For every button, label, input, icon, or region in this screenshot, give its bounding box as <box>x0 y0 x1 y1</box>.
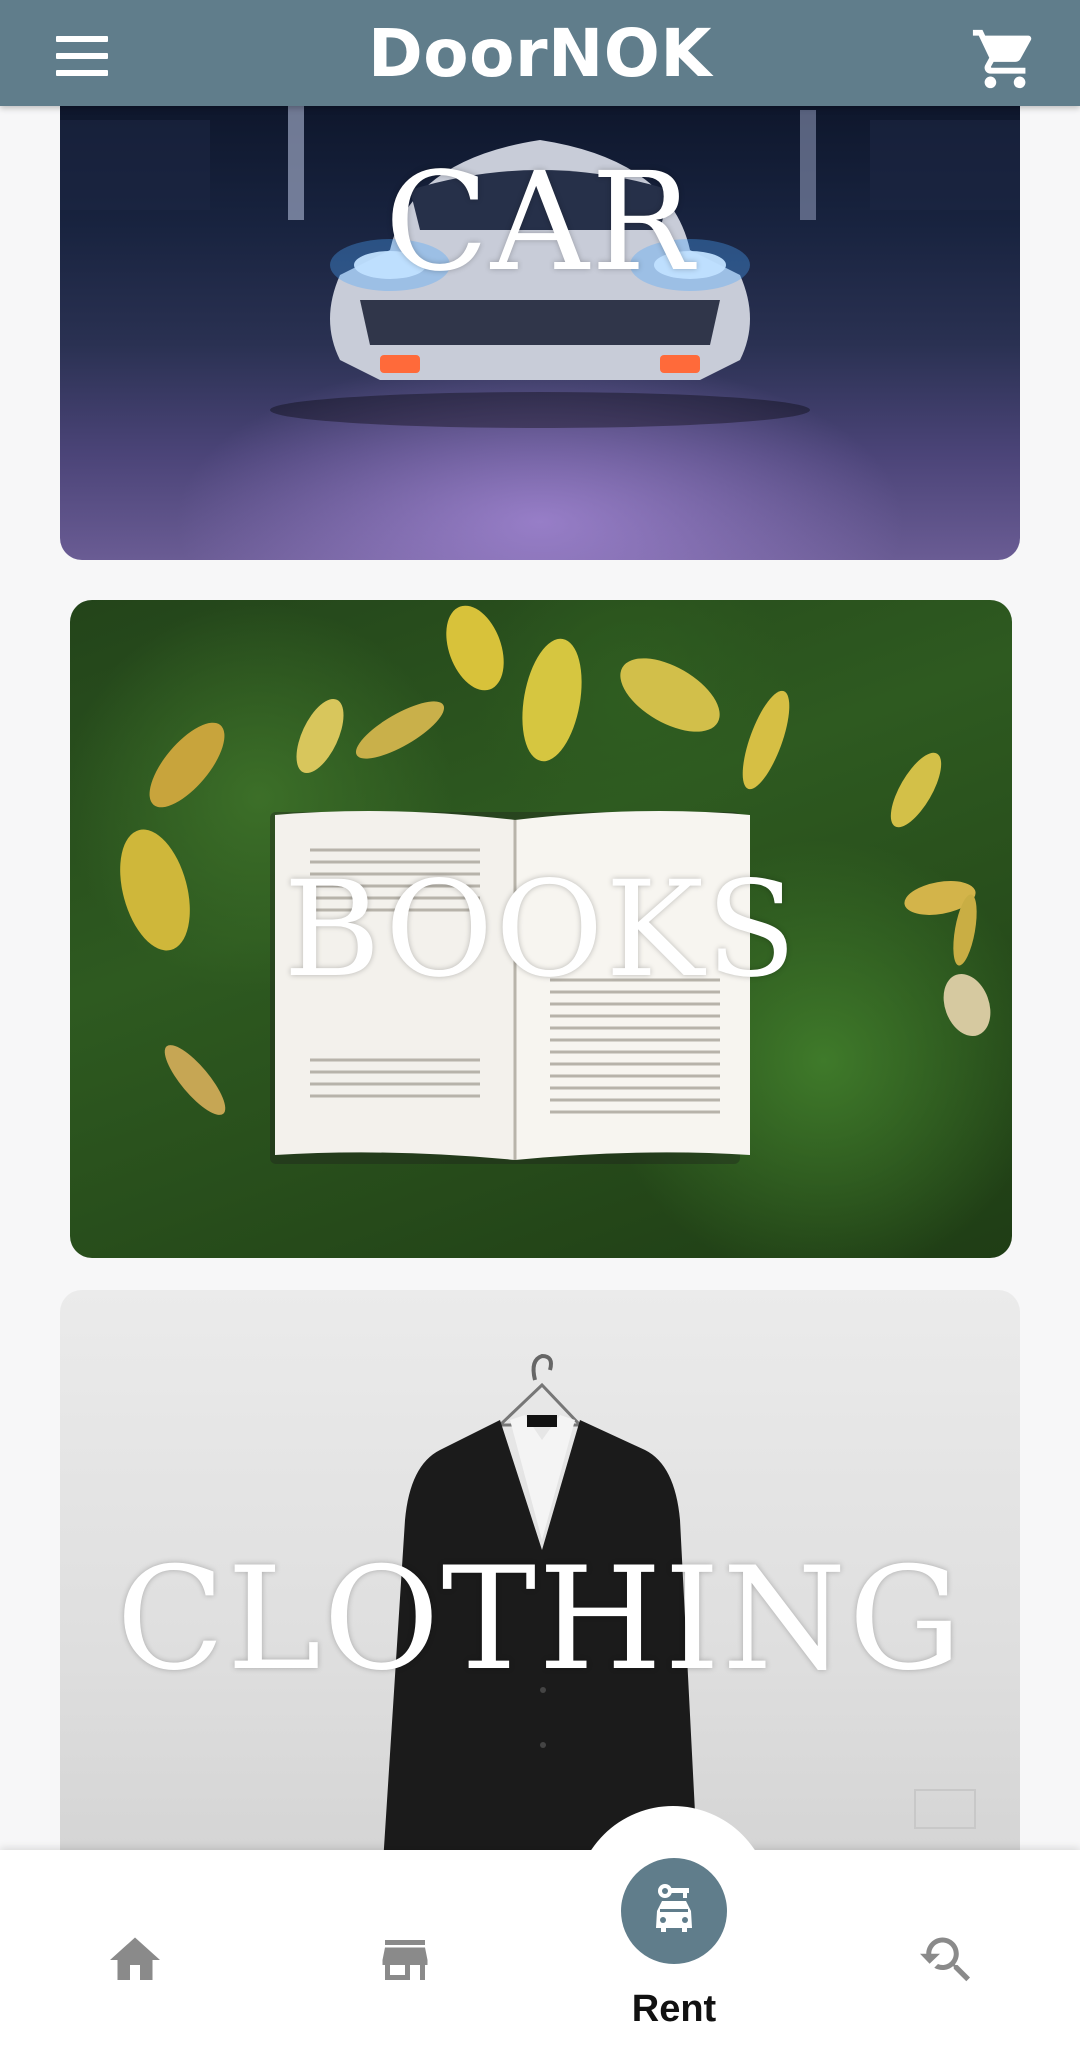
rent-nav-button[interactable] <box>621 1858 727 1964</box>
category-label-car: CAR <box>384 144 696 302</box>
rent-nav-label: Rent <box>631 1988 717 2030</box>
rent-car-icon <box>656 1884 692 1932</box>
top-app-bar: DoorNOK <box>0 0 1080 106</box>
category-label-clothing: CLOTHING <box>116 1537 964 1702</box>
app-title: DoorNOK <box>367 15 712 92</box>
category-label-books: BOOKS <box>283 853 799 1007</box>
home-icon[interactable] <box>105 1930 165 1990</box>
cart-icon[interactable] <box>970 24 1040 94</box>
category-card-books[interactable]: BOOKS <box>70 600 1012 1258</box>
search-refresh-icon[interactable] <box>915 1930 975 1990</box>
store-icon[interactable] <box>375 1930 435 1990</box>
category-card-clothing[interactable]: CLOTHING <box>60 1290 1020 1910</box>
category-card-car[interactable]: CAR <box>60 80 1020 560</box>
app-root: DoorNOK CAR BOOKS CLOTHING Rent <box>0 0 1080 2057</box>
